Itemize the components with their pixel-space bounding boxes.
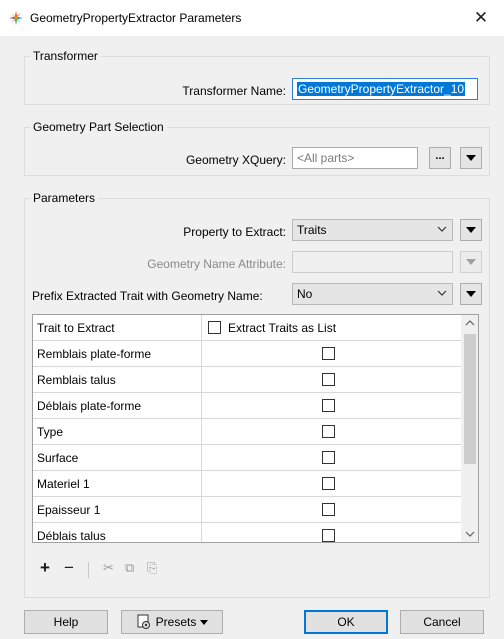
geometry-xquery-input[interactable]: <All parts> xyxy=(292,147,418,169)
parameters-group-label: Parameters xyxy=(30,191,99,205)
row-checkbox[interactable] xyxy=(322,451,335,464)
scrollbar-thumb[interactable] xyxy=(464,334,476,464)
table-row[interactable]: Epaisseur 1 xyxy=(33,497,461,523)
trait-name: Déblais talus xyxy=(33,523,202,542)
property-to-extract-select[interactable]: Traits xyxy=(292,219,453,241)
trait-name: Remblais plate-forme xyxy=(33,341,202,367)
toolbar-divider xyxy=(88,562,89,578)
prefix-geometry-name-select[interactable]: No xyxy=(292,283,453,305)
scroll-down-icon[interactable] xyxy=(465,530,475,538)
fme-transformer-icon xyxy=(9,11,23,25)
row-checkbox[interactable] xyxy=(322,529,335,542)
close-button[interactable]: ✕ xyxy=(458,0,504,36)
cancel-button[interactable]: Cancel xyxy=(400,610,484,634)
close-icon: ✕ xyxy=(473,8,489,27)
table-header-row: Trait to Extract Extract Traits as List xyxy=(33,315,461,341)
trait-name: Déblais plate-forme xyxy=(33,393,202,419)
xquery-menu-button[interactable] xyxy=(460,147,482,169)
traits-table: Trait to Extract Extract Traits as List … xyxy=(32,314,479,543)
table-row[interactable]: Remblais talus xyxy=(33,367,461,393)
table-row[interactable]: Materiel 1 xyxy=(33,471,461,497)
add-row-icon[interactable]: + xyxy=(40,558,50,578)
trait-name: Surface xyxy=(33,445,202,471)
presets-button[interactable]: Presets xyxy=(121,610,223,634)
table-row[interactable]: Déblais plate-forme xyxy=(33,393,461,419)
triangle-down-icon xyxy=(466,227,476,233)
help-button[interactable]: Help xyxy=(24,610,108,634)
trait-name: Epaisseur 1 xyxy=(33,497,202,523)
scroll-up-icon[interactable] xyxy=(465,319,475,327)
copy-icon[interactable]: ⧉ xyxy=(125,560,134,576)
table-row[interactable]: Surface xyxy=(33,445,461,471)
row-checkbox[interactable] xyxy=(322,373,335,386)
geometry-part-group: Geometry Part Selection xyxy=(24,120,490,176)
remove-row-icon[interactable]: − xyxy=(64,558,74,578)
gear-document-icon xyxy=(137,614,150,629)
cut-icon[interactable]: ✂ xyxy=(103,560,114,576)
triangle-down-icon xyxy=(466,259,476,265)
window-title: GeometryPropertyExtractor Parameters xyxy=(30,11,242,25)
trait-name: Type xyxy=(33,419,202,445)
triangle-down-icon xyxy=(200,619,209,625)
row-checkbox[interactable] xyxy=(322,503,335,516)
table-row[interactable]: Remblais plate-forme xyxy=(33,341,461,367)
table-row[interactable]: Déblais talus xyxy=(33,523,461,542)
geometry-xquery-label: Geometry XQuery: xyxy=(185,153,286,167)
chevron-down-icon xyxy=(437,226,447,232)
row-checkbox[interactable] xyxy=(322,347,335,360)
title-bar: GeometryPropertyExtractor Parameters ✕ xyxy=(0,0,504,36)
column-header-trait: Trait to Extract xyxy=(33,315,202,341)
trait-name: Materiel 1 xyxy=(33,471,202,497)
triangle-down-icon xyxy=(466,291,476,297)
geometry-name-attribute-input xyxy=(292,251,453,273)
prefix-menu-button[interactable] xyxy=(460,283,482,305)
column-header-extract-list: Extract Traits as List xyxy=(228,321,337,335)
row-checkbox[interactable] xyxy=(322,425,335,438)
xquery-editor-button[interactable]: ... xyxy=(429,147,451,169)
chevron-down-icon xyxy=(437,290,447,296)
geometry-name-menu-button xyxy=(460,251,482,273)
triangle-down-icon xyxy=(466,155,476,161)
row-checkbox[interactable] xyxy=(322,477,335,490)
ok-button[interactable]: OK xyxy=(304,610,388,634)
trait-name: Remblais talus xyxy=(33,367,202,393)
geometry-part-group-label: Geometry Part Selection xyxy=(30,120,167,134)
transformer-name-label: Transformer Name: xyxy=(182,84,286,98)
transformer-group-label: Transformer xyxy=(30,49,101,63)
paste-icon[interactable]: ⎘ xyxy=(147,560,157,576)
table-row[interactable]: Type xyxy=(33,419,461,445)
extract-list-checkbox[interactable] xyxy=(208,321,221,334)
transformer-name-input[interactable]: GeometryPropertyExtractor_10 xyxy=(292,78,478,100)
ellipsis-icon: ... xyxy=(435,150,445,162)
prefix-geometry-name-label: Prefix Extracted Trait with Geometry Nam… xyxy=(32,289,263,303)
geometry-name-attribute-label: Geometry Name Attribute: xyxy=(147,257,286,271)
row-checkbox[interactable] xyxy=(322,399,335,412)
table-scrollbar[interactable] xyxy=(461,315,478,542)
property-menu-button[interactable] xyxy=(460,219,482,241)
property-to-extract-label: Property to Extract: xyxy=(183,225,286,239)
